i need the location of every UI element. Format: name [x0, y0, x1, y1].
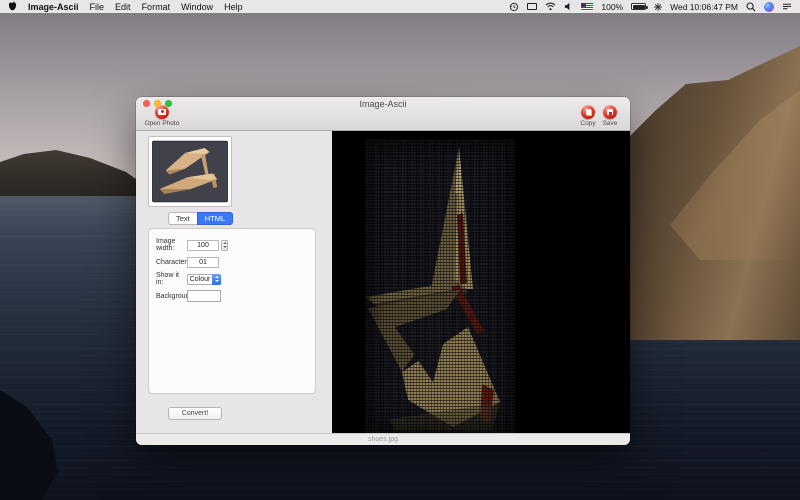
siri-icon[interactable] — [764, 2, 774, 12]
popup-chevrons-icon — [212, 274, 221, 285]
notification-center-icon[interactable] — [782, 2, 792, 11]
menu-bar: Image-Ascii File Edit Format Window Help… — [0, 0, 800, 13]
window-chrome: Image-Ascii Open Photo Copy Save — [136, 97, 630, 131]
volume-icon[interactable] — [564, 2, 573, 11]
open-photo-button[interactable]: Open Photo — [140, 105, 184, 127]
convert-button[interactable]: Convert! — [168, 407, 222, 420]
desktop: Image-Ascii File Edit Format Window Help… — [0, 0, 800, 500]
characters-field[interactable]: 01 — [187, 257, 219, 268]
battery-percent: 100% — [601, 2, 623, 12]
save-label: Save — [603, 120, 618, 127]
ascii-character-grid — [365, 139, 515, 433]
menu-file[interactable]: File — [90, 2, 105, 12]
menu-clock[interactable]: Wed 10:06:47 PM — [670, 2, 738, 12]
background-color-well[interactable] — [187, 290, 221, 302]
settings-panel: Image width: 100 Characters: 01 Show it … — [148, 228, 316, 394]
show-it-in-row: Show it in: Colour — [156, 273, 221, 285]
save-icon — [603, 105, 617, 119]
save-button[interactable]: Save — [588, 105, 630, 127]
time-machine-icon[interactable] — [509, 2, 519, 12]
menu-help[interactable]: Help — [224, 2, 243, 12]
output-mode-tabs: Text HTML — [168, 212, 233, 225]
menu-window[interactable]: Window — [181, 2, 213, 12]
shoes-thumbnail — [152, 140, 228, 203]
show-it-in-value: Colour — [188, 276, 212, 283]
ascii-output-area — [332, 131, 630, 433]
battery-icon[interactable] — [631, 3, 646, 10]
menu-format[interactable]: Format — [142, 2, 171, 12]
app-window: Image-Ascii Open Photo Copy Save — [136, 97, 630, 445]
image-width-field[interactable]: 100 — [187, 240, 219, 251]
tab-text[interactable]: Text — [168, 212, 197, 225]
open-photo-label: Open Photo — [145, 120, 180, 127]
photo-thumbnail-well[interactable] — [148, 136, 232, 207]
status-bar: shoes.jpg — [136, 433, 630, 445]
fan-icon[interactable] — [654, 3, 662, 11]
filename-label: shoes.jpg — [368, 436, 398, 443]
spotlight-icon[interactable] — [746, 2, 756, 12]
display-icon[interactable] — [527, 3, 537, 10]
show-it-in-label: Show it in: — [156, 272, 187, 286]
tab-html[interactable]: HTML — [197, 212, 233, 225]
apple-menu-icon[interactable] — [8, 1, 17, 12]
image-width-row: Image width: 100 — [156, 239, 228, 251]
image-width-stepper[interactable] — [221, 240, 228, 251]
input-source-flag-icon[interactable] — [581, 3, 593, 11]
sidebar: Text HTML Image width: 100 Characters: 0… — [136, 132, 332, 433]
background-label: Background: — [156, 293, 187, 300]
wifi-icon[interactable] — [545, 2, 556, 11]
characters-row: Characters: 01 — [156, 256, 219, 268]
show-it-in-popup[interactable]: Colour — [187, 274, 221, 285]
background-row: Background: — [156, 290, 221, 302]
menu-app-name[interactable]: Image-Ascii — [28, 2, 79, 12]
menu-edit[interactable]: Edit — [115, 2, 131, 12]
camera-icon — [155, 105, 169, 119]
image-width-label: Image width: — [156, 238, 187, 252]
characters-label: Characters: — [156, 259, 187, 266]
window-title: Image-Ascii — [136, 99, 630, 109]
